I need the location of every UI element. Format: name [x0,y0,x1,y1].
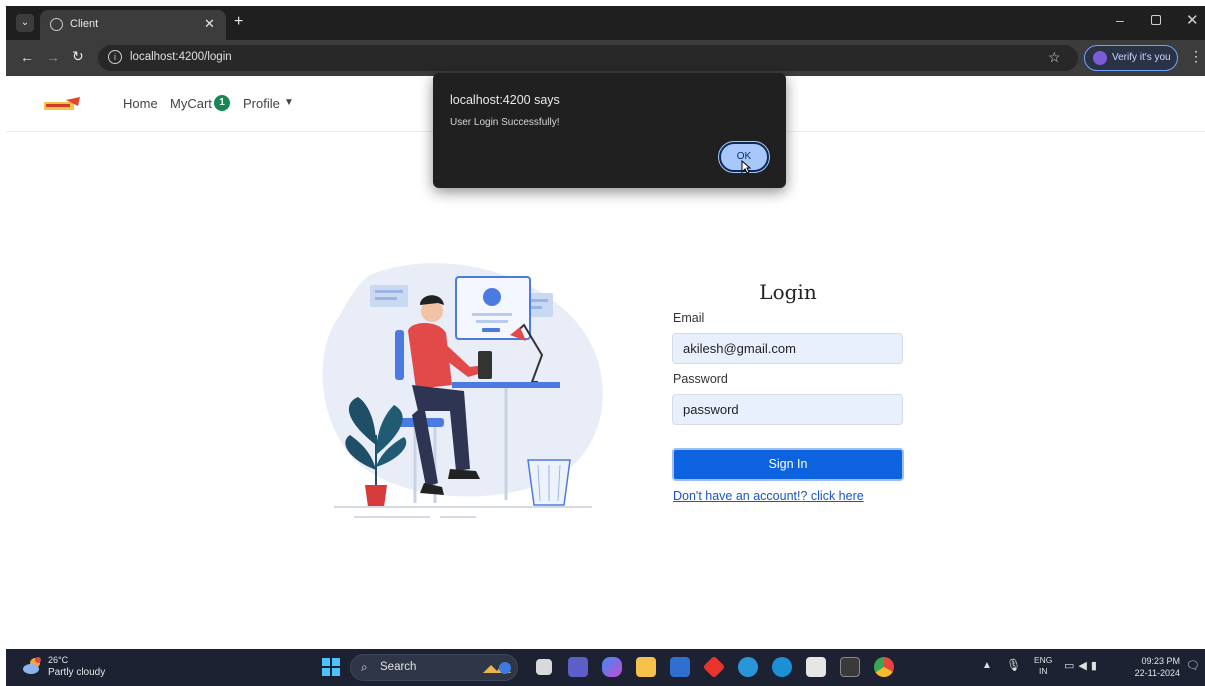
profile-icon [1093,51,1107,65]
mouse-cursor-icon [741,160,751,174]
copilot-icon[interactable] [602,657,622,677]
email-label: Email [673,311,705,325]
snipping-tool-icon[interactable] [806,657,826,677]
language-code: ENG [1034,655,1053,665]
verify-label: Verify it's you [1112,52,1171,63]
chrome-alt-icon[interactable] [738,657,758,677]
microphone-icon[interactable]: 🎙︎ [1006,658,1021,672]
login-title: Login [759,280,817,304]
tab-client[interactable]: Client ✕ [40,10,226,40]
dialog-title: localhost:4200 says [450,93,560,107]
alert-dialog: localhost:4200 says User Login Successfu… [433,73,786,188]
file-explorer-icon[interactable] [636,657,656,677]
site-info-icon[interactable]: i [108,50,122,64]
browser-toolbar: ← → ↻ i localhost:4200/login ☆ Verify it… [6,40,1205,76]
brand-logo[interactable] [44,96,82,112]
clock-time: 09:23 PM [1141,656,1180,666]
task-view-icon[interactable] [536,659,552,675]
back-arrow-icon[interactable]: ← [20,49,34,65]
windows-start-icon[interactable] [322,658,340,676]
verify-profile-button[interactable]: Verify it's you [1084,45,1178,71]
search-icon: ⌕ [361,660,368,674]
windows-taskbar: 26°C Partly cloudy ⌕ Search ▲ 🎙︎ ENG IN … [6,649,1205,686]
teams-icon[interactable] [568,657,588,677]
dialog-message: User Login Successfully! [450,117,560,128]
forward-arrow-icon[interactable]: → [46,49,60,65]
weather-cloud-icon[interactable] [22,655,44,677]
clock[interactable]: 09:23 PM 22-11-2024 [1120,655,1180,679]
bookmark-star-icon[interactable]: ☆ [1048,49,1061,66]
email-field[interactable]: akilesh@gmail.com [672,333,903,364]
globe-icon [50,18,63,31]
tab-title: Client [70,18,99,30]
weather-description[interactable]: Partly cloudy [48,667,105,678]
nav-mycart[interactable]: MyCart [170,96,212,111]
browser-tabstrip: ⌄ Client ✕ + – ✕ [6,6,1205,40]
nav-profile[interactable]: Profile [243,96,280,111]
browser-menu-icon[interactable]: ⋮ [1189,48,1203,65]
language-region: IN [1038,666,1048,676]
clock-date: 22-11-2024 [1134,668,1180,678]
weather-temperature[interactable]: 26°C [48,655,68,665]
store-icon[interactable] [670,657,690,677]
search-label: Search [380,661,417,673]
address-bar[interactable]: i localhost:4200/login ☆ [98,45,1078,71]
sign-in-button[interactable]: Sign In [672,448,904,481]
tab-search-button[interactable]: ⌄ [16,14,34,32]
cart-count-badge: 1 [214,95,230,111]
edge-icon[interactable] [772,657,792,677]
url-text[interactable]: localhost:4200/login [130,51,232,63]
taskbar-search-box[interactable]: ⌕ Search [350,654,518,681]
tab-close-icon[interactable]: ✕ [204,16,215,32]
terminal-icon[interactable] [840,657,860,677]
chevron-down-icon[interactable]: ▼ [284,97,294,108]
search-highlight-icon [483,662,511,674]
reload-icon[interactable]: ↻ [72,48,84,65]
window-close-button[interactable]: ✕ [1186,11,1199,29]
network-volume-battery-icons[interactable]: ▭◀▮ [1064,659,1101,672]
notification-icon[interactable]: 🗨︎ [1186,659,1200,672]
language-indicator[interactable]: ENG IN [1034,655,1052,677]
login-illustration [322,263,603,518]
chevron-up-icon[interactable]: ▲ [982,660,992,671]
new-tab-button[interactable]: + [234,13,243,31]
password-field[interactable]: password [672,394,903,425]
chrome-icon[interactable] [874,657,894,677]
git-icon[interactable] [702,655,726,679]
register-link[interactable]: Don't have an account!? click here [673,489,864,503]
nav-home[interactable]: Home [123,96,158,111]
minimize-button[interactable]: – [1116,12,1124,28]
password-label: Password [673,372,728,386]
restore-button[interactable] [1151,15,1161,25]
